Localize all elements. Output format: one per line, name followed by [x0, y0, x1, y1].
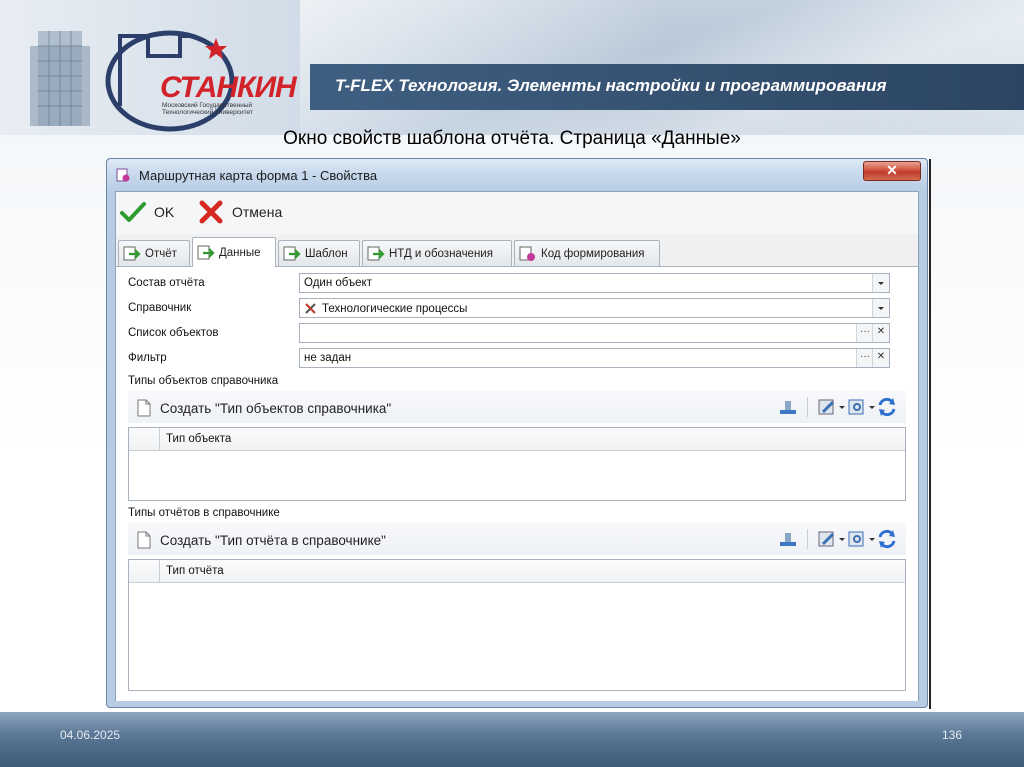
cancel-button[interactable]: Отмена — [198, 200, 282, 224]
chevron-down-icon[interactable] — [868, 528, 876, 550]
report-window-icon — [116, 168, 130, 182]
footer-date: 04.06.2025 — [60, 728, 121, 742]
logo-subtitle: Московский Государственный Технологическ… — [162, 102, 253, 116]
tab-label: НТД и обозначения — [389, 247, 493, 260]
toolbar-separator — [807, 529, 808, 549]
report-types-grid[interactable]: Тип отчёта — [128, 559, 906, 691]
report-types-section-label: Типы отчётов в справочнике — [128, 507, 280, 519]
composition-label: Состав отчёта — [128, 277, 205, 289]
edit-pencil-icon[interactable] — [816, 396, 838, 418]
create-report-type-button[interactable]: Создать "Тип отчёта в справочнике" — [134, 530, 386, 550]
ok-label: OK — [154, 204, 175, 220]
page-arrow-icon — [123, 246, 141, 260]
reference-value: Технологические процессы — [322, 302, 468, 315]
window-titlebar[interactable]: Маршрутная карта форма 1 - Свойства ✕ — [107, 159, 927, 191]
header-band: T-FLEX Технология. Элементы настройки и … — [310, 64, 1024, 110]
tab-generation-code[interactable]: Код формирования — [514, 240, 660, 266]
window-title: Маршрутная карта форма 1 - Свойства — [139, 168, 378, 183]
page-number: 136 — [941, 728, 962, 742]
create-label: Создать "Тип отчёта в справочнике" — [160, 532, 386, 548]
chevron-down-icon[interactable] — [872, 274, 889, 292]
filter-value: не задан — [304, 352, 352, 364]
chevron-down-icon[interactable] — [838, 396, 846, 418]
row-selector-header — [129, 560, 160, 582]
report-types-toolbar: Создать "Тип отчёта в справочнике" — [128, 523, 906, 555]
slide-footer: 04.06.2025 136 — [0, 712, 1024, 767]
close-button[interactable]: ✕ — [863, 161, 921, 181]
filter-label: Фильтр — [128, 352, 167, 364]
composition-select[interactable]: Один объект — [299, 273, 890, 293]
edit-pencil-icon[interactable] — [816, 528, 838, 550]
tab-report[interactable]: Отчёт — [118, 240, 190, 266]
composition-value: Один объект — [304, 277, 372, 289]
tab-template[interactable]: Шаблон — [278, 240, 360, 266]
data-page: Состав отчёта Один объект Справочник Тех… — [116, 266, 918, 701]
tools-icon — [305, 303, 316, 314]
column-header-report-type[interactable]: Тип отчёта — [166, 565, 224, 577]
window-client: OK Отмена Отчёт Данные Шаблон НТД и обоз… — [115, 191, 919, 701]
refresh-icon[interactable] — [876, 396, 898, 418]
stamp-icon[interactable] — [777, 528, 799, 550]
view-icon[interactable] — [846, 396, 868, 418]
page-arrow-icon — [367, 246, 385, 260]
object-types-toolbar: Создать "Тип объектов справочника" — [128, 391, 906, 423]
ok-button[interactable]: OK — [120, 200, 174, 224]
row-selector-header — [129, 428, 160, 450]
chevron-down-icon[interactable] — [838, 528, 846, 550]
new-document-icon — [137, 399, 151, 417]
reference-select[interactable]: Технологические процессы — [299, 298, 890, 318]
new-document-icon — [137, 531, 151, 549]
refresh-icon[interactable] — [876, 528, 898, 550]
browse-button[interactable]: ··· — [856, 349, 873, 367]
properties-window: Маршрутная карта форма 1 - Свойства ✕ OK… — [106, 158, 931, 709]
tab-label: Код формирования — [541, 247, 645, 260]
object-list-label: Список объектов — [128, 327, 219, 339]
tab-label: Отчёт — [145, 247, 177, 260]
reference-value-wrap: Технологические процессы — [304, 302, 467, 315]
logo-name: СТАНКИН — [160, 71, 297, 104]
page-arrow-icon — [197, 245, 215, 259]
grid-toolbar-icons — [777, 396, 898, 418]
filter-field[interactable]: не задан ··· ✕ — [299, 348, 890, 368]
grid-header: Тип отчёта — [129, 560, 905, 583]
tab-label: Данные — [219, 246, 261, 259]
chevron-down-icon[interactable] — [868, 396, 876, 418]
logo: СТАНКИН Московский Государственный Техно… — [20, 16, 310, 134]
grid-toolbar-icons — [777, 528, 898, 550]
tab-ntd[interactable]: НТД и обозначения — [362, 240, 512, 266]
slide-title: Окно свойств шаблона отчёта. Страница «Д… — [283, 128, 741, 149]
create-object-type-button[interactable]: Создать "Тип объектов справочника" — [134, 398, 391, 418]
code-page-icon — [519, 246, 535, 261]
create-label: Создать "Тип объектов справочника" — [160, 400, 392, 416]
tab-data[interactable]: Данные — [192, 237, 276, 267]
grid-header: Тип объекта — [129, 428, 905, 451]
presentation-title: T-FLEX Технология. Элементы настройки и … — [335, 76, 887, 95]
red-x-icon — [199, 200, 223, 224]
clear-button[interactable]: ✕ — [872, 324, 889, 342]
checkmark-icon — [120, 202, 146, 222]
object-types-section-label: Типы объектов справочника — [128, 375, 279, 387]
view-icon[interactable] — [846, 528, 868, 550]
object-types-grid[interactable]: Тип объекта — [128, 427, 906, 501]
tab-strip: Отчёт Данные Шаблон НТД и обозначения Ко… — [116, 237, 918, 267]
browse-button[interactable]: ··· — [856, 324, 873, 342]
page-arrow-icon — [283, 246, 301, 260]
object-list-field[interactable]: ··· ✕ — [299, 323, 890, 343]
reference-label: Справочник — [128, 302, 192, 314]
toolbar-separator — [807, 397, 808, 417]
column-header-object-type[interactable]: Тип объекта — [166, 433, 231, 445]
slide-header: СТАНКИН Московский Государственный Техно… — [0, 0, 1024, 135]
cancel-label: Отмена — [232, 204, 283, 220]
dialog-toolbar: OK Отмена — [116, 192, 918, 234]
clear-button[interactable]: ✕ — [872, 349, 889, 367]
stamp-icon[interactable] — [777, 396, 799, 418]
tab-label: Шаблон — [305, 247, 348, 260]
chevron-down-icon[interactable] — [872, 299, 889, 317]
